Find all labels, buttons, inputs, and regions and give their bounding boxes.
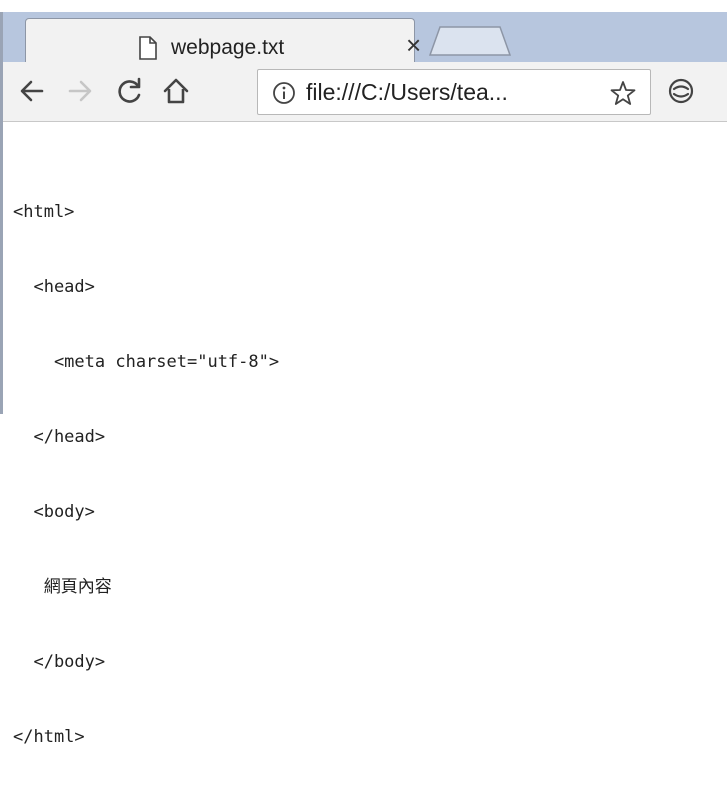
code-line: </body> bbox=[13, 652, 106, 672]
forward-arrow-icon[interactable] bbox=[65, 76, 95, 106]
new-tab-button[interactable] bbox=[428, 26, 512, 56]
address-bar[interactable]: file:///C:/Users/tea... bbox=[257, 69, 651, 115]
page-content: <html> <head> <meta charset="utf-8"> </h… bbox=[3, 122, 727, 747]
home-icon[interactable] bbox=[161, 76, 191, 106]
info-icon[interactable] bbox=[272, 81, 296, 105]
source-text: <html> <head> <meta charset="utf-8"> </h… bbox=[13, 150, 279, 800]
tab-title: webpage.txt bbox=[171, 36, 285, 59]
code-line: <body> bbox=[13, 502, 95, 522]
code-line: <html> bbox=[13, 202, 75, 222]
code-line: <meta charset="utf-8"> bbox=[13, 352, 280, 372]
document-icon bbox=[138, 36, 158, 60]
tab-strip: webpage.txt × bbox=[3, 12, 727, 62]
url-text[interactable]: file:///C:/Users/tea... bbox=[306, 79, 508, 106]
code-line: <head> bbox=[13, 277, 95, 297]
code-line: </html> bbox=[13, 727, 85, 747]
toolbar: file:///C:/Users/tea... bbox=[3, 62, 727, 122]
tab-webpage-txt[interactable]: webpage.txt × bbox=[25, 18, 421, 62]
reload-icon[interactable] bbox=[115, 76, 145, 106]
close-tab-icon[interactable]: × bbox=[406, 32, 421, 58]
extension-icon[interactable] bbox=[666, 76, 696, 106]
cropped-top-text bbox=[0, 0, 727, 12]
code-line: 網頁內容 bbox=[13, 577, 112, 597]
star-icon[interactable] bbox=[610, 80, 636, 106]
back-arrow-icon[interactable] bbox=[17, 76, 47, 106]
browser-window: webpage.txt × file:///C:/Users/tea... <h… bbox=[0, 12, 727, 747]
code-line: </head> bbox=[13, 427, 106, 447]
